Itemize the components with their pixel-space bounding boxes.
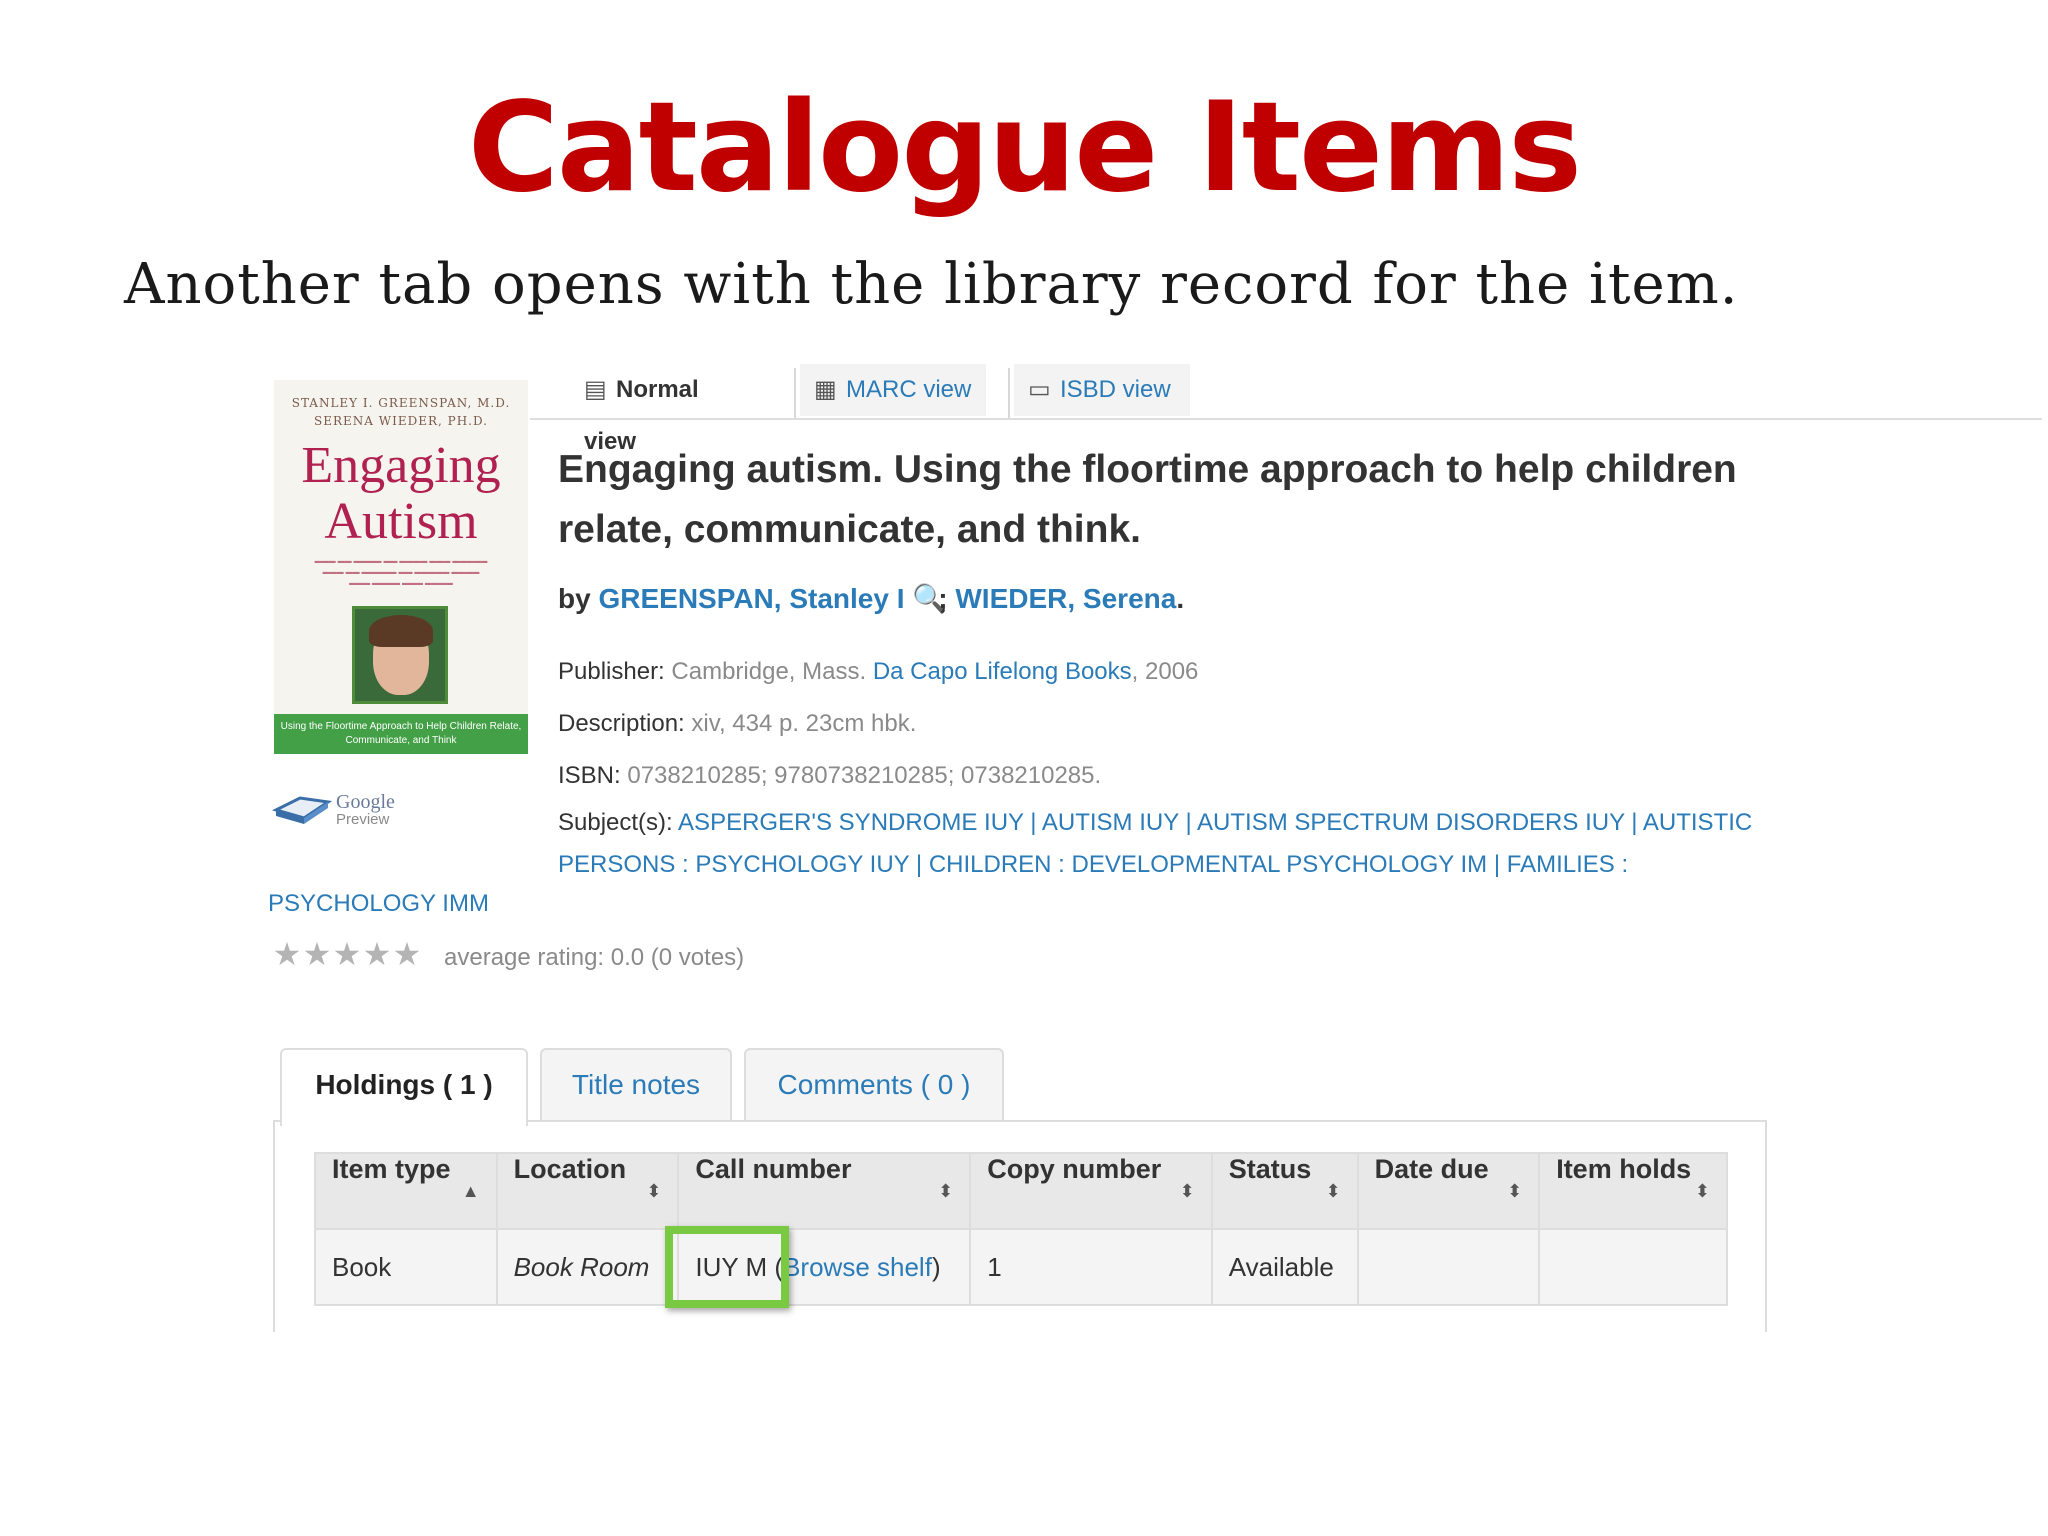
call-number-highlight-box xyxy=(665,1226,789,1308)
subject-link[interactable]: AUTISM SPECTRUM DISORDERS IUY xyxy=(1197,809,1625,836)
star-icon[interactable]: ★ xyxy=(332,936,362,972)
star-icon[interactable]: ★ xyxy=(302,936,332,972)
holdings-table: Item type ▲ Location ⬍ Call number ⬍ Copy n… xyxy=(314,1152,1728,1306)
tab-marc-view[interactable]: ▦ MARC view xyxy=(800,364,986,416)
list-icon: ▦ xyxy=(814,376,837,403)
google-brand: Google xyxy=(336,791,395,813)
table-row: Book Book Room IUY M (Browse shelf) 1 Av… xyxy=(315,1228,1727,1305)
catalogue-screenshot: STANLEY I. GREENSPAN, M.D. SERENA WIEDER… xyxy=(268,362,2042,1342)
subject-link[interactable]: CHILDREN : DEVELOPMENTAL PSYCHOLOGY IM xyxy=(929,851,1487,878)
sort-both-icon[interactable]: ⬍ xyxy=(1326,1154,1341,1228)
author-link[interactable]: WIEDER, Serena xyxy=(955,583,1176,614)
open-book-icon xyxy=(271,796,333,824)
cover-tagline: ▬▬▬ ▬▬ ▬▬▬▬ ▬▬ ▬▬▬▬ ▬▬▬ ▬▬▬▬▬ ▬▬▬ ▬▬ ▬▬▬▬… xyxy=(314,558,488,587)
slide-title: Catalogue Items xyxy=(467,76,1582,220)
subject-link[interactable]: FAMILIES : xyxy=(1507,851,1628,878)
document-icon: ▤ xyxy=(584,376,607,403)
view-tabs: ▤ Normal view ▦ MARC view ▭ ISBD view xyxy=(530,362,2042,455)
cover-title: Engaging Autism xyxy=(301,437,501,550)
tab-title-notes[interactable]: Title notes xyxy=(540,1048,732,1122)
tab-holdings[interactable]: Holdings ( 1 ) xyxy=(280,1048,528,1126)
google-preview-button[interactable]: Google Preview xyxy=(271,788,412,838)
description-field: Description: xiv, 434 p. 23cm hbk. xyxy=(558,710,917,737)
star-icon[interactable]: ★ xyxy=(392,936,422,972)
column-header-status[interactable]: Status ⬍ xyxy=(1211,1153,1359,1229)
cell-status: Available xyxy=(1211,1228,1359,1305)
publisher-field: Publisher: Cambridge, Mass. Da Capo Life… xyxy=(558,658,1199,685)
cell-date-due xyxy=(1357,1228,1541,1305)
table-header-row: Item type ▲ Location ⬍ Call number ⬍ Copy n… xyxy=(315,1153,1727,1229)
star-icon[interactable]: ★ xyxy=(272,936,302,972)
sort-both-icon[interactable]: ⬍ xyxy=(1180,1154,1195,1228)
sort-asc-icon[interactable]: ▲ xyxy=(462,1154,480,1228)
cell-item-holds xyxy=(1539,1228,1727,1305)
column-header-date-due[interactable]: Date due ⬍ xyxy=(1357,1153,1541,1229)
book-cover-image[interactable]: STANLEY I. GREENSPAN, M.D. SERENA WIEDER… xyxy=(274,380,528,754)
column-header-copy-number[interactable]: Copy number ⬍ xyxy=(970,1153,1213,1229)
average-rating-text: average rating: 0.0 (0 votes) xyxy=(444,944,745,971)
cover-subtitle-band: Using the Floortime Approach to Help Chi… xyxy=(274,714,528,754)
record-byline: by GREENSPAN, Stanley I 🔍; WIEDER, Seren… xyxy=(558,582,1185,615)
column-header-item-type[interactable]: Item type ▲ xyxy=(315,1153,498,1229)
record-title: Engaging autism. Using the floortime app… xyxy=(558,448,1737,551)
subject-link[interactable]: AUTISM IUY xyxy=(1042,809,1179,836)
cover-child-photo xyxy=(352,606,448,704)
column-header-location[interactable]: Location ⬍ xyxy=(496,1153,680,1229)
subject-link-wrap[interactable]: PSYCHOLOGY IMM xyxy=(268,886,489,922)
preview-label: Preview xyxy=(336,811,390,828)
sort-both-icon[interactable]: ⬍ xyxy=(1695,1154,1710,1228)
subjects-field: Subject(s): ASPERGER'S SYNDROME IUY | AU… xyxy=(558,809,1753,878)
cell-location: Book Room xyxy=(496,1228,680,1305)
slide-subtitle: Another tab opens with the library recor… xyxy=(124,252,1739,317)
star-icon[interactable]: ★ xyxy=(362,936,392,972)
magnifier-icon[interactable]: 🔍 xyxy=(912,582,947,615)
isbn-field: ISBN: 0738210285; 9780738210285; 0738210… xyxy=(558,762,1102,789)
column-header-call-number[interactable]: Call number ⬍ xyxy=(678,1153,972,1229)
sort-both-icon[interactable]: ⬍ xyxy=(1507,1154,1522,1228)
column-header-item-holds[interactable]: Item holds ⬍ xyxy=(1539,1153,1727,1229)
cover-authors: STANLEY I. GREENSPAN, M.D. SERENA WIEDER… xyxy=(291,396,511,428)
tab-isbd-view[interactable]: ▭ ISBD view xyxy=(1014,364,1190,416)
folder-icon: ▭ xyxy=(1028,376,1051,403)
subject-link[interactable]: ASPERGER'S SYNDROME IUY xyxy=(678,809,1024,836)
cell-item-type: Book xyxy=(315,1228,498,1305)
tab-normal-view[interactable]: ▤ Normal view xyxy=(570,364,770,455)
sort-both-icon[interactable]: ⬍ xyxy=(938,1154,953,1228)
sort-both-icon[interactable]: ⬍ xyxy=(646,1154,661,1228)
author-link[interactable]: GREENSPAN, Stanley I xyxy=(598,583,904,614)
star-rating[interactable]: ★★★★★ xyxy=(272,936,422,972)
tab-comments[interactable]: Comments ( 0 ) xyxy=(744,1048,1004,1122)
publisher-link[interactable]: Da Capo Lifelong Books xyxy=(873,658,1132,685)
browse-shelf-link[interactable]: Browse shelf xyxy=(783,1252,932,1282)
cell-copy-number: 1 xyxy=(970,1228,1213,1305)
